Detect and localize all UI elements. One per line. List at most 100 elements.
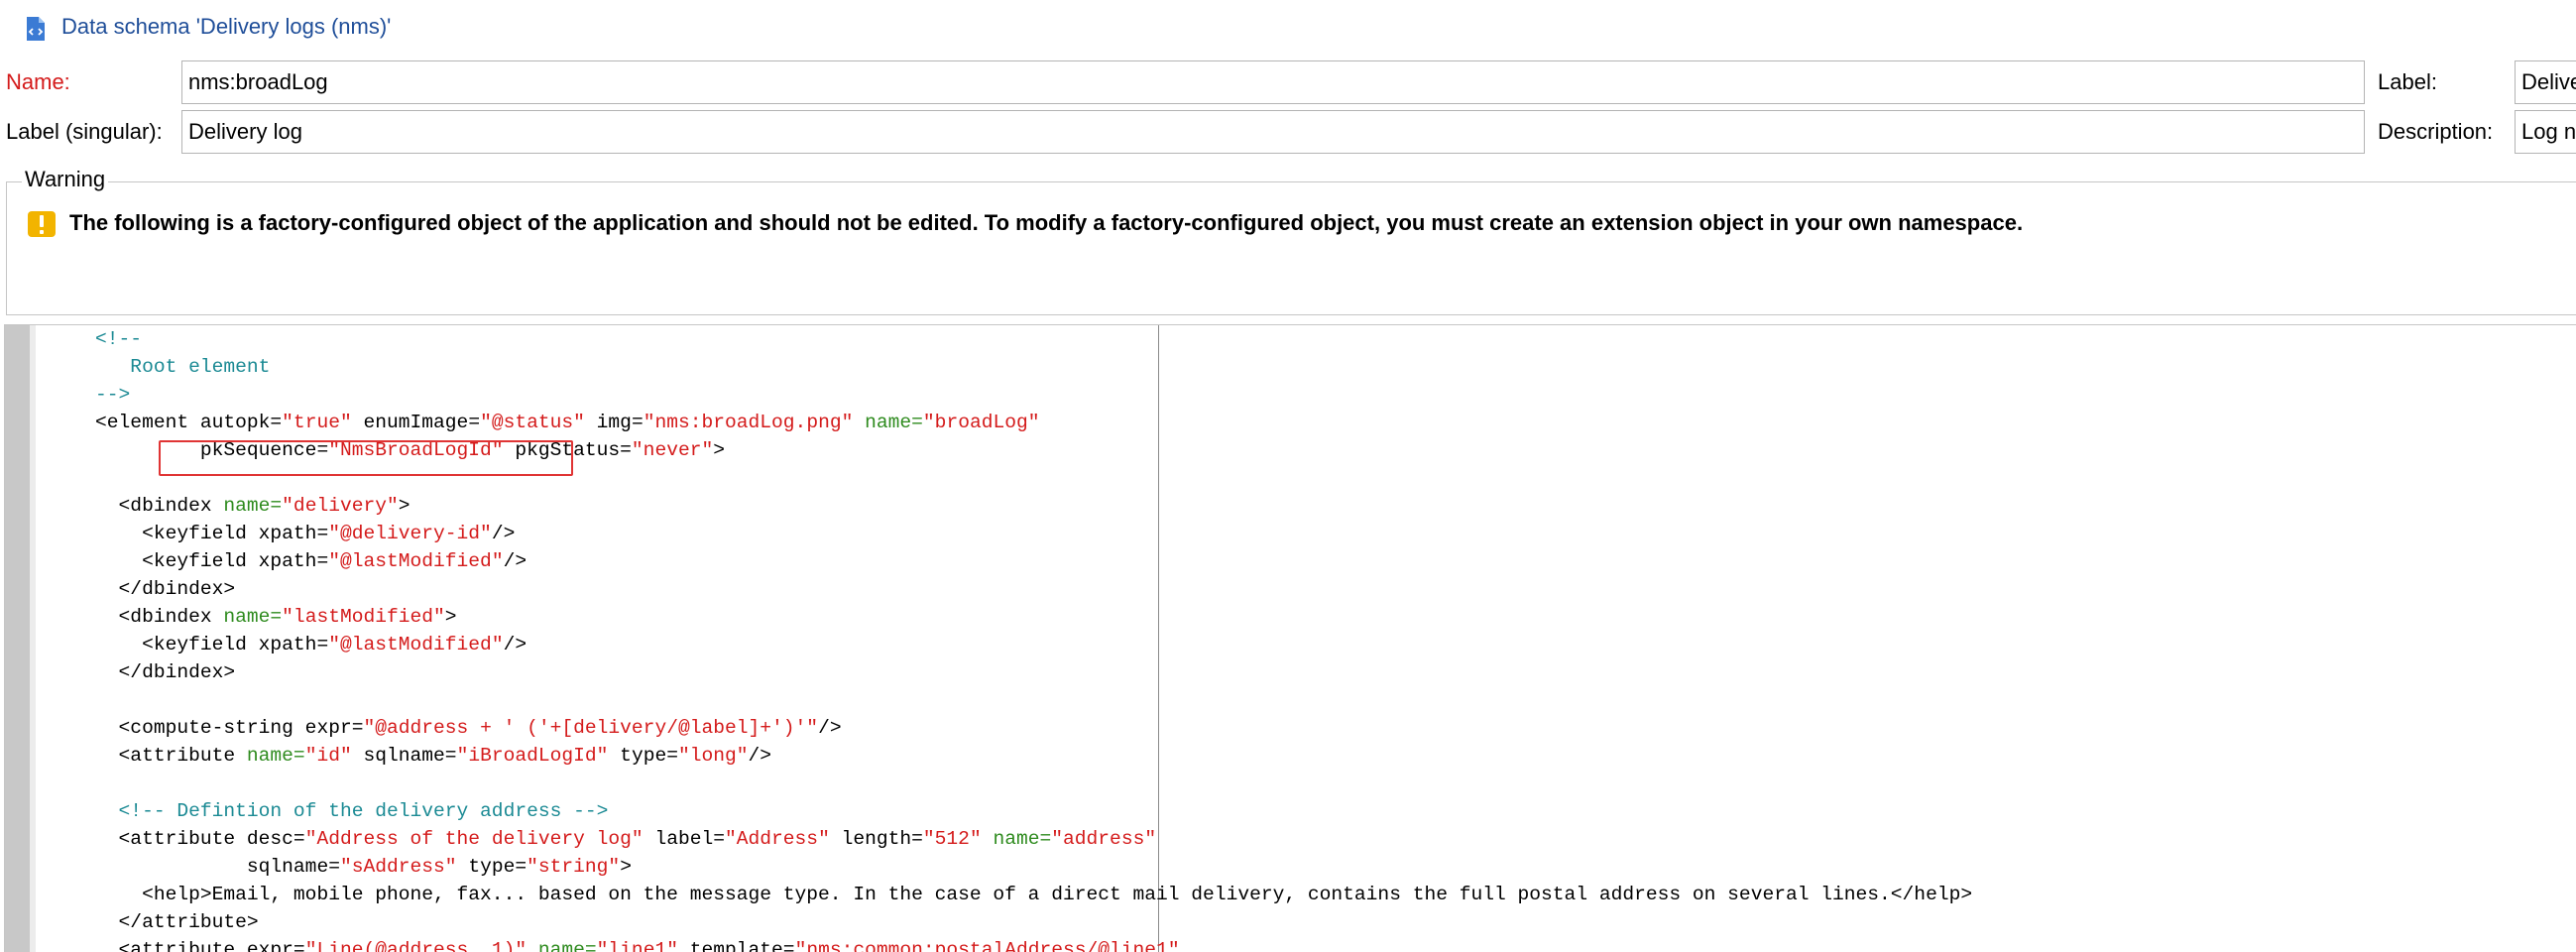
code-token: </attribute> bbox=[49, 911, 259, 933]
code-token: <attribute bbox=[49, 745, 247, 767]
code-token: </dbindex> bbox=[49, 661, 236, 683]
code-token: <element autopk= bbox=[49, 412, 283, 433]
code-token: "@address + ' ('+[delivery/@label]+')'" bbox=[363, 717, 819, 739]
code-token: "@status" bbox=[480, 412, 585, 433]
code-token: "delivery" bbox=[282, 495, 399, 517]
editor-gutter bbox=[5, 325, 30, 952]
code-token: Root element bbox=[49, 356, 271, 378]
code-line: <attribute expr="Line(@address, 1)" name… bbox=[49, 936, 1180, 952]
code-token: "Address of the delivery log" bbox=[304, 828, 644, 850]
label-singular-field[interactable]: Delivery log bbox=[181, 110, 2365, 154]
name-label: Name: bbox=[6, 69, 70, 94]
code-token: "@delivery-id" bbox=[328, 523, 492, 544]
code-token: "512" bbox=[922, 828, 982, 850]
code-token: /> bbox=[818, 717, 842, 739]
code-token: length= bbox=[829, 828, 923, 850]
code-token: <dbindex bbox=[49, 495, 224, 517]
code-line: <compute-string expr="@address + ' ('+[d… bbox=[49, 714, 842, 742]
label-singular-label: Label (singular): bbox=[6, 119, 163, 144]
code-token: name= bbox=[537, 939, 597, 952]
code-token: <attribute expr= bbox=[49, 939, 305, 952]
code-token: "id" bbox=[304, 745, 352, 767]
code-token: "broadLog" bbox=[922, 412, 1040, 433]
label-label: Label: bbox=[2378, 69, 2437, 94]
code-token: img= bbox=[584, 412, 644, 433]
code-token: "address" bbox=[1051, 828, 1157, 850]
code-token: "@lastModified" bbox=[328, 634, 504, 655]
code-line: </attribute> bbox=[49, 908, 259, 936]
code-token: "line1" bbox=[596, 939, 678, 952]
code-token: > bbox=[398, 495, 410, 517]
editor-margin-line bbox=[1158, 325, 1159, 952]
code-token: > bbox=[713, 439, 725, 461]
code-token: <!-- bbox=[49, 328, 143, 350]
code-token: "nms:common:postalAddress/@line1" bbox=[794, 939, 1180, 952]
warning-message: The following is a factory-configured ob… bbox=[69, 210, 2024, 235]
code-token: "sAddress" bbox=[339, 856, 457, 878]
code-line: <keyfield xpath="@lastModified"/> bbox=[49, 631, 527, 658]
code-token: "@lastModified" bbox=[328, 550, 504, 572]
code-token: /> bbox=[491, 523, 516, 544]
code-token: <compute-string expr= bbox=[49, 717, 364, 739]
code-token: template= bbox=[677, 939, 795, 952]
code-token: <dbindex bbox=[49, 606, 224, 628]
code-token: "string" bbox=[527, 856, 621, 878]
code-token: "long" bbox=[677, 745, 749, 767]
code-token: "lastModified" bbox=[282, 606, 445, 628]
code-line: <!-- Defintion of the delivery address -… bbox=[49, 797, 609, 825]
warning-group bbox=[6, 181, 2576, 315]
name-field[interactable]: nms:broadLog bbox=[181, 60, 2365, 104]
code-token: name= bbox=[223, 606, 283, 628]
code-line: <element autopk="true" enumImage="@statu… bbox=[49, 409, 1040, 436]
code-line: --> bbox=[49, 381, 130, 409]
code-token: <help>Email, mobile phone, fax... based … bbox=[49, 884, 1973, 905]
code-line: Root element bbox=[49, 353, 270, 381]
code-token: name= bbox=[246, 745, 305, 767]
code-token: > bbox=[444, 606, 457, 628]
schema-document-icon bbox=[27, 17, 45, 41]
code-line: sqlname="sAddress" type="string"> bbox=[49, 853, 632, 881]
code-token: enumImage= bbox=[351, 412, 481, 433]
code-token: sqlname= bbox=[49, 856, 340, 878]
code-line: <keyfield xpath="@lastModified"/> bbox=[49, 547, 527, 575]
code-line: <attribute desc="Address of the delivery… bbox=[49, 825, 1157, 853]
code-line: <attribute name="id" sqlname="iBroadLogI… bbox=[49, 742, 772, 770]
code-token: /> bbox=[503, 634, 527, 655]
code-line: </dbindex> bbox=[49, 658, 236, 686]
window-title-bar: Data schema 'Delivery logs (nms)' bbox=[0, 0, 2576, 58]
window-title: Data schema 'Delivery logs (nms)' bbox=[61, 14, 392, 39]
code-token: "Line(@address, 1)" bbox=[304, 939, 527, 952]
code-token: <keyfield xpath= bbox=[49, 550, 329, 572]
code-token: type= bbox=[456, 856, 527, 878]
description-label: Description: bbox=[2378, 119, 2494, 144]
description-field[interactable]: Log n bbox=[2515, 110, 2576, 154]
code-line: <dbindex name="delivery"> bbox=[49, 492, 410, 520]
code-token: <attribute desc= bbox=[49, 828, 305, 850]
code-token: <keyfield xpath= bbox=[49, 523, 329, 544]
code-line: <!-- bbox=[49, 325, 142, 353]
code-token: /> bbox=[748, 745, 772, 767]
warning-exclamation-icon bbox=[28, 211, 56, 237]
warning-legend: Warning bbox=[22, 167, 109, 192]
code-line: <dbindex name="lastModified"> bbox=[49, 603, 457, 631]
code-token: name= bbox=[853, 412, 923, 433]
xml-source-editor[interactable]: <!-- Root element --> <element autopk="t… bbox=[4, 324, 2576, 952]
code-token: /> bbox=[503, 550, 527, 572]
pksequence-highlight-box bbox=[159, 440, 573, 476]
code-token: "nms:broadLog.png" bbox=[643, 412, 854, 433]
code-token: "Address" bbox=[725, 828, 830, 850]
editor-gutter-edge bbox=[30, 325, 36, 952]
label-field[interactable]: Delive bbox=[2515, 60, 2576, 104]
code-token: </dbindex> bbox=[49, 578, 236, 600]
code-token: > bbox=[620, 856, 632, 878]
code-token: name= bbox=[993, 828, 1052, 850]
code-line: </dbindex> bbox=[49, 575, 236, 603]
code-token: name= bbox=[223, 495, 283, 517]
code-line: <help>Email, mobile phone, fax... based … bbox=[49, 881, 1972, 908]
code-token: "iBroadLogId" bbox=[456, 745, 609, 767]
code-token: sqlname= bbox=[351, 745, 457, 767]
code-token: <!-- Defintion of the delivery address -… bbox=[49, 800, 609, 822]
code-token: label= bbox=[643, 828, 725, 850]
